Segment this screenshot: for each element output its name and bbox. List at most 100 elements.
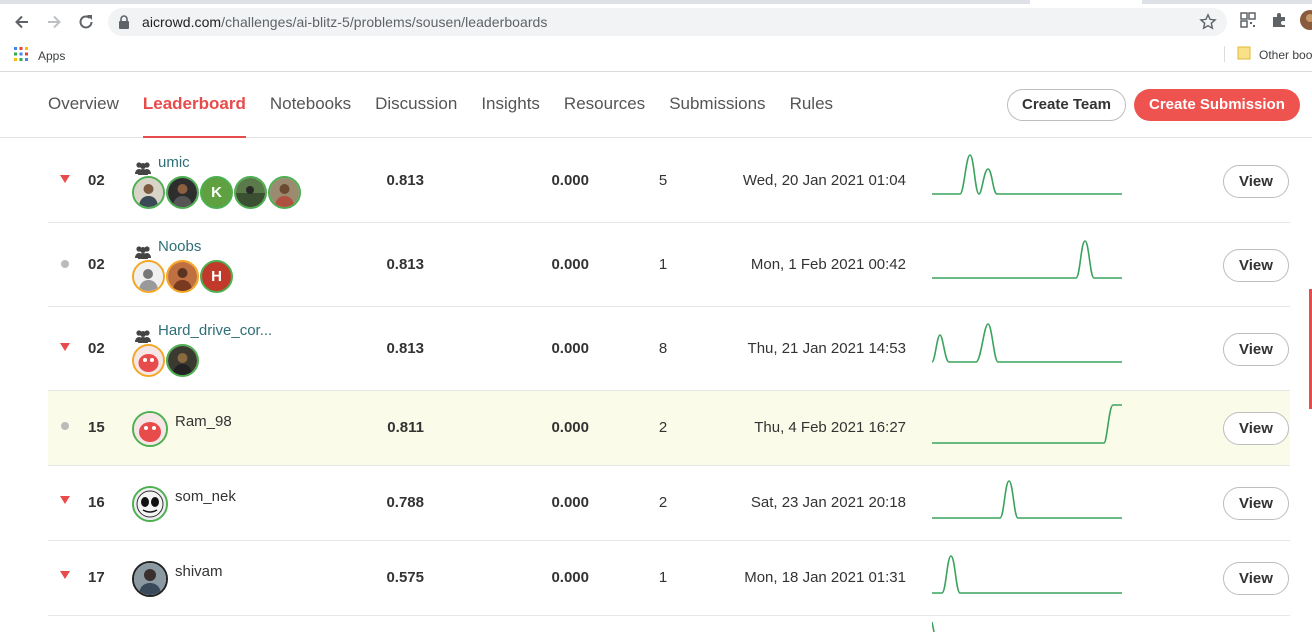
avatar[interactable]	[166, 344, 199, 377]
view-button[interactable]: View	[1223, 412, 1289, 445]
avatar[interactable]: K	[200, 176, 233, 209]
last-submission-date: Thu, 21 Jan 2021 14:53	[747, 340, 906, 357]
score-secondary: 0.000	[551, 419, 589, 436]
forward-icon[interactable]	[42, 10, 66, 34]
bookmark-star-icon[interactable]	[1199, 13, 1217, 36]
team-name-link[interactable]: umic	[158, 154, 190, 171]
progress-sparkline	[932, 240, 1122, 279]
submission-count: 2	[658, 419, 668, 436]
score-primary: 0.813	[386, 256, 424, 273]
avatar-initial: K	[211, 184, 222, 201]
team-name-link[interactable]: Noobs	[158, 238, 201, 255]
other-bookmarks-label: Other boo	[1259, 47, 1312, 62]
avatar[interactable]	[132, 561, 168, 597]
avatar[interactable]: H	[200, 260, 233, 293]
participant-name-link[interactable]: som_nek	[175, 488, 236, 505]
score-primary: 0.811	[387, 419, 424, 436]
back-icon[interactable]	[10, 10, 34, 34]
avatar[interactable]	[132, 411, 168, 447]
submission-count: 1	[658, 256, 668, 273]
score-secondary: 0.000	[551, 569, 589, 586]
last-submission-date: Thu, 4 Feb 2021 16:27	[754, 419, 906, 436]
rank-value: 02	[88, 256, 105, 273]
view-button[interactable]: View	[1223, 562, 1289, 595]
create-team-button[interactable]: Create Team	[1007, 89, 1126, 121]
rank-value: 16	[88, 494, 105, 511]
avatar-initial: H	[211, 268, 222, 285]
url-path: /challenges/ai-blitz-5/problems/sousen/l…	[221, 14, 548, 30]
avatar[interactable]	[132, 344, 165, 377]
tab-overview[interactable]: Overview	[48, 72, 119, 138]
avatar[interactable]	[166, 260, 199, 293]
rank-value: 15	[88, 419, 105, 436]
progress-sparkline	[932, 480, 1122, 519]
team-avatars: H	[132, 260, 233, 293]
progress-sparkline	[932, 404, 1122, 444]
tab-resources[interactable]: Resources	[564, 72, 645, 138]
score-primary: 0.788	[386, 494, 424, 511]
tab-leaderboard[interactable]: Leaderboard	[142, 72, 246, 138]
profile-avatar[interactable]	[1300, 10, 1312, 35]
qr-extension-icon[interactable]	[1240, 12, 1256, 33]
participant-name-link[interactable]: shivam	[175, 563, 223, 580]
tab-insights[interactable]: Insights	[481, 72, 540, 138]
other-bookmarks[interactable]: Other boo	[1237, 46, 1312, 63]
url-text: aicrowd.com/challenges/ai-blitz-5/proble…	[142, 14, 547, 30]
tab-strip	[0, 0, 1312, 4]
team-name-link[interactable]: Hard_drive_cor...	[158, 322, 272, 339]
rank-value: 02	[88, 340, 105, 357]
table-row: 17 shivam 0.575 0.000 1 Mon, 18 Jan 2021…	[48, 541, 1290, 616]
challenge-tabs: Overview Leaderboard Notebooks Discussio…	[48, 72, 833, 138]
table-row-current-user: 15 Ram_98 0.811 0.000 2 Thu, 4 Feb 2021 …	[48, 391, 1290, 466]
avatar[interactable]	[234, 176, 267, 209]
view-button[interactable]: View	[1223, 333, 1289, 366]
submission-count: 8	[658, 340, 668, 357]
table-row: 16 som_nek 0.788 0.000 2 Sat, 23 Jan 202…	[48, 466, 1290, 541]
team-avatars	[132, 344, 199, 377]
view-button[interactable]: View	[1223, 487, 1289, 520]
apps-label: Apps	[38, 48, 66, 63]
score-primary: 0.813	[386, 172, 424, 189]
avatar[interactable]	[166, 176, 199, 209]
score-secondary: 0.000	[551, 172, 589, 189]
folder-icon	[1237, 46, 1251, 63]
bookmarks-bar: Apps Other boo	[0, 42, 1312, 66]
apps-bookmark[interactable]: Apps	[14, 47, 65, 64]
address-bar[interactable]: aicrowd.com/challenges/ai-blitz-5/proble…	[108, 8, 1227, 36]
rank-down-icon	[60, 175, 70, 183]
score-primary: 0.575	[386, 569, 424, 586]
avatar[interactable]	[268, 176, 301, 209]
reload-icon[interactable]	[74, 10, 98, 34]
rank-unchanged-icon	[61, 260, 69, 268]
submission-count: 5	[658, 172, 668, 189]
create-submission-button[interactable]: Create Submission	[1134, 89, 1300, 121]
score-primary: 0.813	[386, 340, 424, 357]
last-submission-date: Mon, 1 Feb 2021 00:42	[750, 256, 906, 273]
tab-rules[interactable]: Rules	[790, 72, 833, 138]
tab-notebooks[interactable]: Notebooks	[270, 72, 351, 138]
next-row-sparkline	[932, 621, 935, 633]
page-scrollbar[interactable]	[1306, 139, 1312, 634]
tab-discussion[interactable]: Discussion	[375, 72, 457, 138]
avatar[interactable]	[132, 176, 165, 209]
tab-submissions[interactable]: Submissions	[669, 72, 765, 138]
leaderboard-table: 02 umic K 0.813 0.000 5 Wed, 20 Jan 2021…	[48, 139, 1312, 616]
submission-count: 2	[658, 494, 668, 511]
view-button[interactable]: View	[1223, 165, 1289, 198]
apps-grid-icon	[14, 47, 28, 64]
rank-value: 17	[88, 569, 105, 586]
rank-down-icon	[60, 571, 70, 579]
last-submission-date: Sat, 23 Jan 2021 20:18	[750, 494, 906, 511]
participant-name-link[interactable]: Ram_98	[175, 413, 232, 430]
score-secondary: 0.000	[551, 256, 589, 273]
puzzle-extension-icon[interactable]	[1271, 12, 1287, 33]
challenge-nav: Overview Leaderboard Notebooks Discussio…	[0, 72, 1312, 138]
score-secondary: 0.000	[551, 494, 589, 511]
team-avatars: K	[132, 176, 301, 209]
table-row: 02 umic K 0.813 0.000 5 Wed, 20 Jan 2021…	[48, 139, 1290, 223]
avatar[interactable]	[132, 260, 165, 293]
progress-sparkline	[932, 154, 1122, 195]
view-button[interactable]: View	[1223, 249, 1289, 282]
last-submission-date: Wed, 20 Jan 2021 01:04	[742, 172, 906, 189]
avatar[interactable]	[132, 486, 168, 522]
